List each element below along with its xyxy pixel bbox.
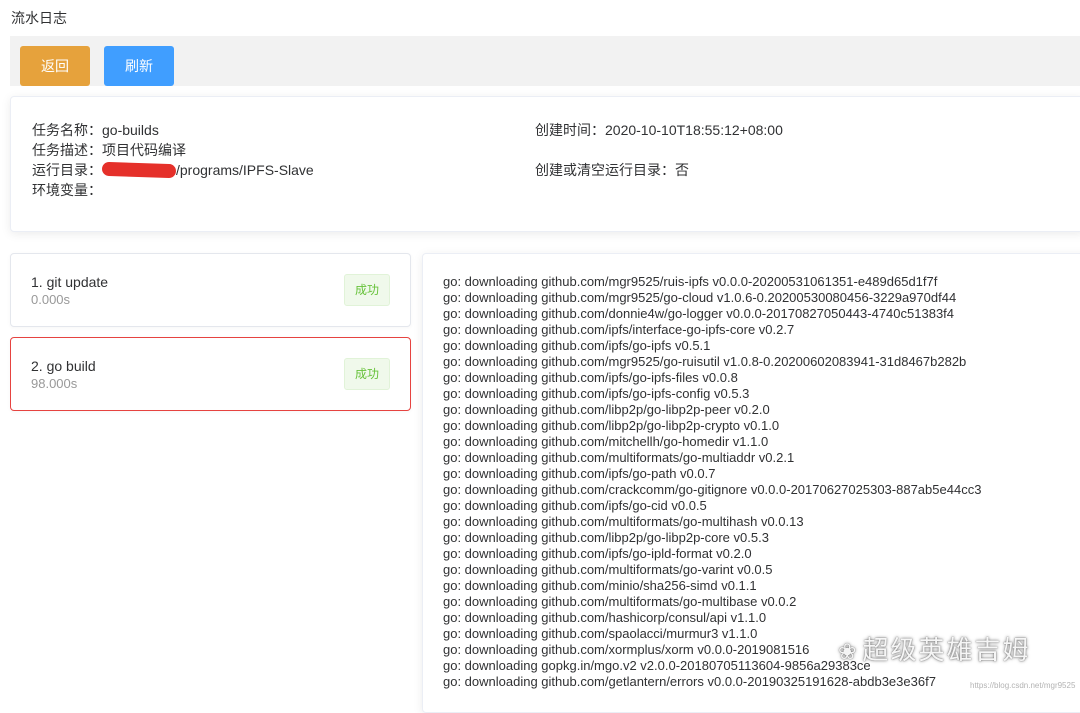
- step-card-git-update[interactable]: 1. git update 0.000s 成功: [10, 253, 411, 327]
- run-dir-label: 运行目录：: [32, 162, 102, 178]
- task-desc-value: 项目代码编译: [102, 142, 186, 158]
- log-line: go: downloading github.com/ipfs/go-path …: [443, 466, 716, 481]
- log-line: go: downloading github.com/mgr9525/go-cl…: [443, 290, 957, 305]
- task-desc-label: 任务描述：: [32, 142, 102, 158]
- log-line: go: downloading github.com/libp2p/go-lib…: [443, 418, 780, 433]
- env-label: 环境变量：: [32, 182, 102, 198]
- env-row: 环境变量：: [32, 180, 102, 200]
- watermark: ❀ 超级英雄吉姆: [838, 630, 1030, 667]
- log-line: go: downloading github.com/multiformats/…: [443, 594, 797, 609]
- step-card-go-build[interactable]: 2. go build 98.000s 成功: [10, 337, 411, 411]
- created-row: 创建时间：2020-10-10T18:55:12+08:00: [535, 120, 783, 140]
- log-line: go: downloading github.com/ipfs/go-cid v…: [443, 498, 707, 513]
- step-time: 98.000s: [31, 376, 78, 391]
- task-info-card: 任务名称：go-builds 任务描述：项目代码编译 运行目录： /program…: [10, 96, 1080, 232]
- log-line: go: downloading github.com/multiformats/…: [443, 514, 804, 529]
- task-name-row: 任务名称：go-builds: [32, 120, 159, 140]
- page-title: 流水日志: [11, 10, 67, 26]
- log-line: go: downloading github.com/libp2p/go-lib…: [443, 530, 769, 545]
- step-status-badge: 成功: [344, 274, 390, 306]
- run-dir-value: /programs/IPFS-Slave: [176, 162, 314, 178]
- run-dir-row: 运行目录： /programs/IPFS-Slave: [32, 160, 314, 180]
- clear-dir-label: 创建或清空运行目录：: [535, 162, 675, 178]
- log-line: go: downloading github.com/getlantern/er…: [443, 674, 936, 689]
- log-line: go: downloading github.com/ipfs/go-ipfs-…: [443, 370, 738, 385]
- task-name-value: go-builds: [102, 122, 159, 138]
- created-value: 2020-10-10T18:55:12+08:00: [605, 122, 783, 138]
- watermark-text: 超级英雄吉姆: [862, 636, 1031, 666]
- log-line: go: downloading github.com/mitchellh/go-…: [443, 434, 769, 449]
- log-lines: go: downloading github.com/mgr9525/ruis-…: [443, 274, 981, 690]
- log-line: go: downloading github.com/mgr9525/ruis-…: [443, 274, 938, 289]
- log-line: go: downloading github.com/libp2p/go-lib…: [443, 402, 770, 417]
- step-name: 1. git update: [31, 274, 109, 290]
- log-line: go: downloading github.com/multiformats/…: [443, 450, 795, 465]
- log-line: go: downloading github.com/mgr9525/go-ru…: [443, 354, 967, 369]
- created-label: 创建时间：: [535, 122, 605, 138]
- refresh-button[interactable]: 刷新: [104, 46, 174, 86]
- redaction-mark: [101, 161, 177, 179]
- wechat-icon: ❀: [838, 640, 859, 665]
- step-time: 0.000s: [31, 292, 71, 307]
- task-name-label: 任务名称：: [32, 122, 102, 138]
- log-line: go: downloading github.com/donnie4w/go-l…: [443, 306, 955, 321]
- step-name: 2. go build: [31, 358, 96, 374]
- log-line: go: downloading github.com/ipfs/go-ipfs …: [443, 338, 711, 353]
- log-line: go: downloading github.com/hashicorp/con…: [443, 610, 767, 625]
- clear-dir-value: 否: [675, 162, 689, 178]
- log-line: go: downloading github.com/crackcomm/go-…: [443, 482, 982, 497]
- watermark-url: https://blog.csdn.net/mgr9525: [970, 681, 1076, 690]
- log-line: go: downloading github.com/minio/sha256-…: [443, 578, 757, 593]
- log-line: go: downloading github.com/ipfs/interfac…: [443, 322, 795, 337]
- log-line: go: downloading github.com/ipfs/go-ipld-…: [443, 546, 752, 561]
- task-desc-row: 任务描述：项目代码编译: [32, 140, 186, 160]
- back-button[interactable]: 返回: [20, 46, 90, 86]
- step-status-badge: 成功: [344, 358, 390, 390]
- log-line: go: downloading github.com/ipfs/go-ipfs-…: [443, 386, 750, 401]
- log-line: go: downloading github.com/multiformats/…: [443, 562, 773, 577]
- toolbar: 返回 刷新: [10, 36, 1080, 86]
- clear-dir-row: 创建或清空运行目录：否: [535, 160, 689, 180]
